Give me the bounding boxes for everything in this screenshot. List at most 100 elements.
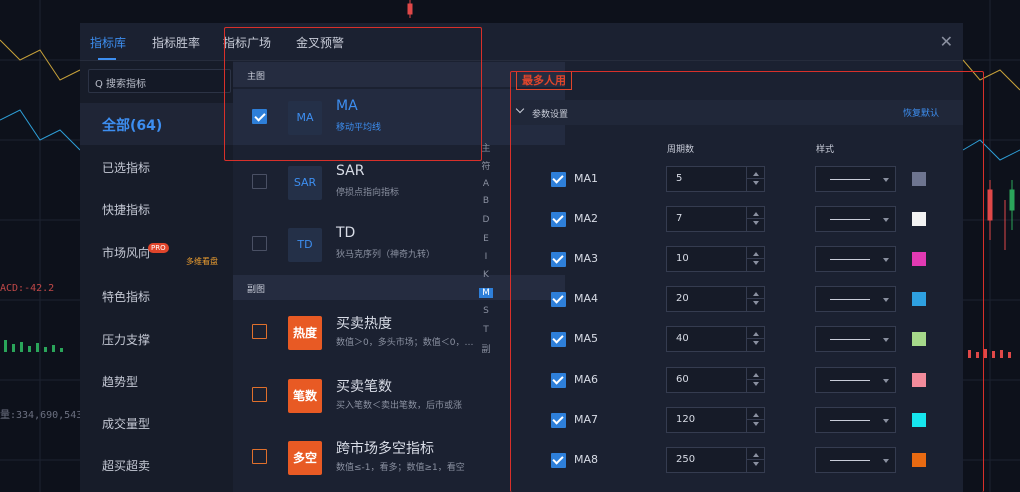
line-style-preview <box>830 460 870 461</box>
alpha-index-s[interactable]: S <box>479 306 493 316</box>
restore-default-button[interactable]: 恢复默认 <box>903 106 939 119</box>
indicator-checkbox-td[interactable] <box>252 236 267 251</box>
ma-checkbox[interactable] <box>551 212 566 227</box>
ma-label: MA4 <box>574 292 599 305</box>
line-style-dropdown[interactable] <box>815 447 896 473</box>
line-style-dropdown[interactable] <box>815 286 896 312</box>
tab-indicator-winrate[interactable]: 指标胜率 <box>152 34 200 51</box>
color-swatch[interactable] <box>912 252 926 266</box>
ma-checkbox[interactable] <box>551 373 566 388</box>
alpha-index-k[interactable]: K <box>479 270 493 280</box>
ma-checkbox[interactable] <box>551 332 566 347</box>
long-short-icon: 多空 <box>288 441 322 475</box>
line-style-dropdown[interactable] <box>815 407 896 433</box>
indicator-row-trade-heat[interactable]: 热度 买卖热度 数值＞0，多头市场；数值＜0，… <box>233 304 565 360</box>
period-value[interactable]: 7 <box>676 213 682 224</box>
sidebar-item-overbought-oversold[interactable]: 超买超卖 <box>102 457 150 474</box>
sidebar-item-trend[interactable]: 趋势型 <box>102 373 138 390</box>
period-stepper[interactable]: 40 <box>666 326 765 352</box>
alpha-index-d[interactable]: D <box>479 215 493 225</box>
sidebar-item-market-trend[interactable]: 市场风向 <box>102 244 150 261</box>
sidebar-item-volume[interactable]: 成交量型 <box>102 415 150 432</box>
close-icon[interactable]: ✕ <box>940 32 953 51</box>
indicator-desc: 停损点指向指标 <box>336 188 400 198</box>
alpha-index-symbol[interactable]: 符 <box>479 159 493 172</box>
indicator-row-sar[interactable]: SAR SAR 停损点指向指标 <box>233 154 565 210</box>
period-value[interactable]: 40 <box>676 333 689 344</box>
line-style-dropdown[interactable] <box>815 166 896 192</box>
line-style-dropdown[interactable] <box>815 367 896 393</box>
color-swatch[interactable] <box>912 292 926 306</box>
ma-checkbox[interactable] <box>551 252 566 267</box>
sidebar-item-featured[interactable]: 特色指标 <box>102 288 150 305</box>
indicator-row-trade-count[interactable]: 笔数 买卖笔数 买入笔数＜卖出笔数，后市或涨 <box>233 367 565 423</box>
period-stepper[interactable]: 120 <box>666 407 765 433</box>
ma-checkbox[interactable] <box>551 292 566 307</box>
spinner-icon[interactable] <box>746 287 764 311</box>
indicator-checkbox-cross-market[interactable] <box>252 449 267 464</box>
ma-checkbox[interactable] <box>551 413 566 428</box>
heat-icon: 热度 <box>288 316 322 350</box>
color-swatch[interactable] <box>912 373 926 387</box>
spinner-icon[interactable] <box>746 247 764 271</box>
tab-indicator-square[interactable]: 指标广场 <box>223 34 271 51</box>
period-value[interactable]: 120 <box>676 414 695 425</box>
spinner-icon[interactable] <box>746 448 764 472</box>
color-swatch[interactable] <box>912 413 926 427</box>
indicator-checkbox-sar[interactable] <box>252 174 267 189</box>
period-stepper[interactable]: 7 <box>666 206 765 232</box>
ma-checkbox[interactable] <box>551 453 566 468</box>
period-value[interactable]: 5 <box>676 173 682 184</box>
color-swatch[interactable] <box>912 172 926 186</box>
color-swatch[interactable] <box>912 212 926 226</box>
alpha-index-b[interactable]: B <box>479 196 493 206</box>
period-stepper[interactable]: 250 <box>666 447 765 473</box>
spinner-icon[interactable] <box>746 167 764 191</box>
tab-golden-cross-alert[interactable]: 金叉预警 <box>296 34 344 51</box>
spinner-icon[interactable] <box>746 368 764 392</box>
period-value[interactable]: 20 <box>676 293 689 304</box>
ma-label: MA6 <box>574 373 599 386</box>
active-tab-underline <box>98 58 116 60</box>
col-header-style: 样式 <box>816 145 835 155</box>
line-style-dropdown[interactable] <box>815 246 896 272</box>
spinner-icon[interactable] <box>746 327 764 351</box>
tab-indicator-library[interactable]: 指标库 <box>90 34 126 51</box>
param-settings-bar[interactable]: 参数设置 恢复默认 <box>510 100 963 125</box>
sidebar-item-all[interactable]: 全部(64) <box>80 103 233 145</box>
spinner-icon[interactable] <box>746 207 764 231</box>
ma-checkbox[interactable] <box>551 172 566 187</box>
line-style-preview <box>830 259 870 260</box>
line-style-dropdown[interactable] <box>815 206 896 232</box>
alpha-index-m[interactable]: M <box>479 288 493 298</box>
color-swatch[interactable] <box>912 453 926 467</box>
alpha-index-e[interactable]: E <box>479 234 493 244</box>
line-style-dropdown[interactable] <box>815 326 896 352</box>
period-value[interactable]: 10 <box>676 253 689 264</box>
sidebar-item-support-resistance[interactable]: 压力支撑 <box>102 331 150 348</box>
indicator-checkbox-trade-count[interactable] <box>252 387 267 402</box>
ma-icon: MA <box>288 101 322 135</box>
period-value[interactable]: 60 <box>676 374 689 385</box>
alpha-index-i[interactable]: I <box>479 252 493 262</box>
period-stepper[interactable]: 5 <box>666 166 765 192</box>
chevron-down-icon[interactable] <box>515 104 525 114</box>
sidebar-item-selected[interactable]: 已选指标 <box>102 159 150 176</box>
period-stepper[interactable]: 10 <box>666 246 765 272</box>
search-input[interactable]: Q 搜索指标 <box>88 69 231 93</box>
section-sub-chart: 副图 <box>233 275 565 300</box>
color-swatch[interactable] <box>912 332 926 346</box>
alpha-index-main[interactable]: 主 <box>479 141 493 154</box>
indicator-checkbox-trade-heat[interactable] <box>252 324 267 339</box>
period-stepper[interactable]: 20 <box>666 286 765 312</box>
alpha-index-t[interactable]: T <box>479 325 493 335</box>
indicator-checkbox-ma[interactable] <box>252 109 267 124</box>
period-stepper[interactable]: 60 <box>666 367 765 393</box>
indicator-row-cross-market[interactable]: 多空 跨市场多空指标 数值≤-1，看多；数值≥1，看空 <box>233 429 565 485</box>
period-value[interactable]: 250 <box>676 454 695 465</box>
spinner-icon[interactable] <box>746 408 764 432</box>
indicator-row-td[interactable]: TD TD 狄马克序列（神奇九转） <box>233 216 565 272</box>
alpha-index-sub[interactable]: 副 <box>479 342 493 355</box>
sidebar-item-quick[interactable]: 快捷指标 <box>102 201 150 218</box>
alpha-index-a[interactable]: A <box>479 179 493 189</box>
